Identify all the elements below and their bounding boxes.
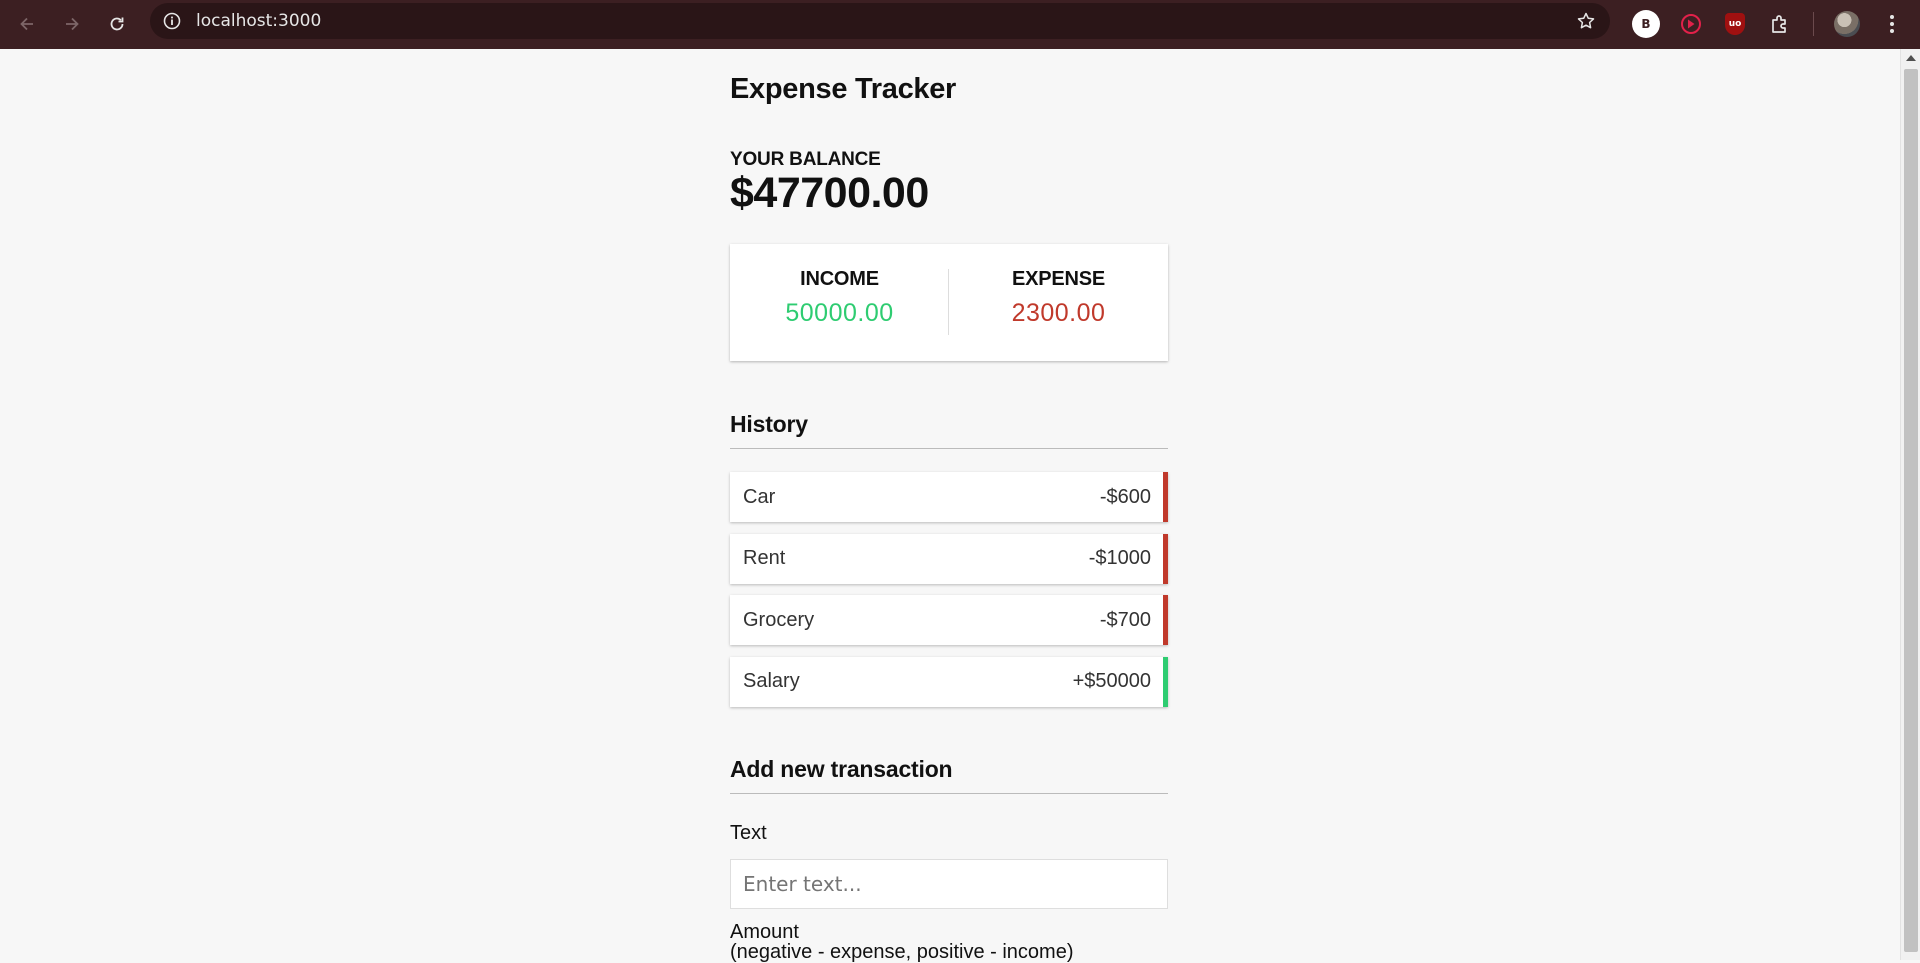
arrow-right-icon: [66, 17, 79, 31]
transaction-text: Salary: [743, 670, 800, 692]
play-circle-icon: [1681, 14, 1701, 34]
list-item[interactable]: Rent -$1000: [730, 533, 1168, 584]
page-title: Expense Tracker: [730, 73, 957, 105]
expense-label: EXPENSE: [1011, 268, 1106, 290]
url-text[interactable]: localhost:3000: [196, 11, 321, 31]
scroll-up-arrow-icon[interactable]: [1906, 55, 1916, 61]
browser-toolbar: localhost:3000 B uo: [0, 0, 1920, 49]
transaction-text: Grocery: [743, 608, 815, 631]
transaction-text: Rent: [743, 547, 786, 569]
b-extension-icon: B: [1632, 10, 1660, 38]
bookmark-star-icon[interactable]: [1576, 11, 1596, 31]
ublock-extension-button[interactable]: uo: [1717, 6, 1753, 42]
profile-button[interactable]: [1829, 6, 1865, 42]
income-column: INCOME 50000.00: [730, 268, 949, 328]
amount-field-label: Amount (negative - expense, positive - i…: [730, 922, 1074, 962]
transaction-amount: -$600: [1099, 485, 1151, 508]
forward-button[interactable]: [54, 6, 90, 42]
list-item[interactable]: Car -$600: [730, 472, 1168, 522]
toolbar-separator: [1813, 12, 1814, 36]
scrollbar-thumb[interactable]: [1904, 69, 1918, 952]
text-input[interactable]: [730, 859, 1168, 909]
arrow-left-icon: [20, 17, 33, 31]
income-label: INCOME: [800, 268, 879, 290]
balance-label: YOUR BALANCE: [730, 149, 881, 170]
b-extension-button[interactable]: B: [1628, 6, 1664, 42]
ublock-shield-icon: uo: [1725, 13, 1745, 35]
expense-value: 2300.00: [1011, 299, 1106, 327]
transaction-text: Car: [743, 485, 776, 508]
address-bar[interactable]: localhost:3000: [150, 3, 1610, 39]
history-list: Car -$600 Rent -$1000 Grocery -$700 Sala…: [730, 472, 1168, 718]
more-vertical-icon: [1890, 15, 1894, 33]
reload-button[interactable]: [99, 6, 135, 42]
income-value: 50000.00: [785, 299, 894, 327]
add-transaction-heading: Add new transaction: [730, 756, 1168, 794]
text-field-label: Text: [730, 822, 767, 844]
list-item[interactable]: Grocery -$700: [730, 595, 1168, 645]
transaction-amount: -$1000: [1088, 547, 1151, 569]
menu-button[interactable]: [1874, 6, 1910, 42]
reload-icon: [110, 17, 124, 31]
puzzle-icon: [1772, 15, 1786, 33]
page-viewport: Expense Tracker YOUR BALANCE $47700.00 I…: [0, 49, 1900, 962]
transaction-amount: +$50000: [1072, 670, 1151, 692]
list-item[interactable]: Salary +$50000: [730, 656, 1168, 707]
extensions-button[interactable]: [1762, 6, 1798, 42]
page-scrollbar[interactable]: [1900, 49, 1920, 960]
history-heading: History: [730, 411, 1168, 449]
expense-column: EXPENSE 2300.00: [949, 268, 1168, 328]
info-icon[interactable]: [162, 11, 182, 31]
transaction-amount: -$700: [1099, 608, 1151, 631]
balance-value: $47700.00: [730, 169, 929, 217]
avatar: [1834, 11, 1860, 37]
back-button[interactable]: [9, 6, 45, 42]
amount-label-text: Amount: [730, 921, 799, 943]
play-extension-button[interactable]: [1673, 6, 1709, 42]
income-expense-card: INCOME 50000.00 EXPENSE 2300.00: [730, 244, 1168, 361]
